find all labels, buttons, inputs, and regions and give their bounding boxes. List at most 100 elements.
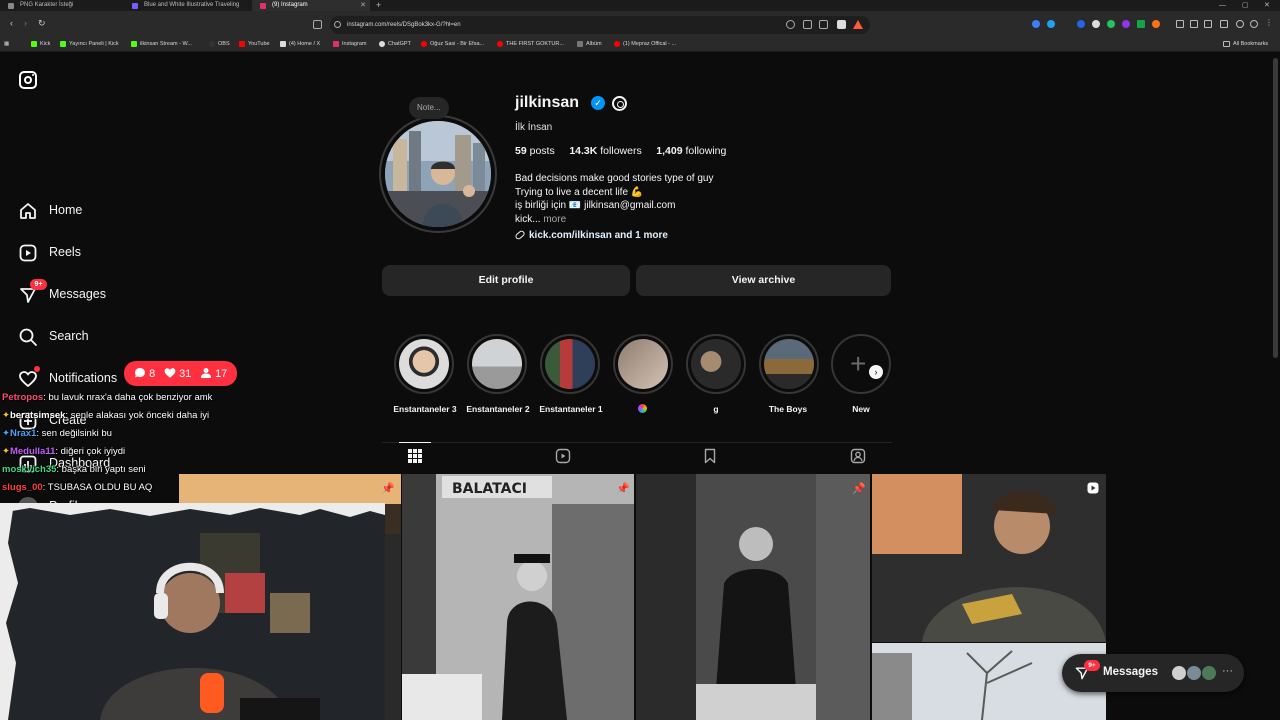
forward-icon[interactable]: › — [24, 18, 27, 28]
back-icon[interactable]: ‹ — [10, 18, 13, 28]
sidebar-item-messages[interactable]: 9+ Messages — [18, 279, 218, 309]
url-text[interactable]: instagram.com/reels/DSgBok3kx-G/?hl=en — [347, 19, 461, 31]
highlight-emoji[interactable] — [613, 334, 673, 394]
bookmark-youtube[interactable]: YouTube — [239, 39, 270, 49]
heart-icon — [19, 371, 37, 387]
comment-count-value: 8 — [149, 368, 156, 380]
view-archive-button[interactable]: View archive — [636, 265, 891, 296]
alert-icon[interactable] — [853, 20, 863, 29]
chat-message: ✦beratsimsek: senle alakası yok önceki d… — [2, 410, 209, 421]
followers-stat[interactable]: 14.3K followers — [569, 145, 641, 157]
reload-icon[interactable]: ↻ — [38, 18, 46, 28]
edit-profile-button[interactable]: Edit profile — [382, 265, 630, 296]
share-icon[interactable] — [819, 20, 828, 29]
bio-more-link[interactable]: more — [543, 214, 566, 225]
bookmark-label: (1) Mepraz Offical - ... — [623, 41, 677, 47]
extension-icon[interactable] — [1122, 20, 1130, 28]
bookmark-chatgpt[interactable]: ChatGPT — [379, 39, 411, 49]
highlight-the-boys[interactable] — [759, 334, 819, 394]
settings-gear-icon[interactable] — [612, 96, 627, 111]
instagram-icon — [333, 41, 339, 47]
bookmark-page-icon[interactable] — [313, 20, 322, 29]
posts-grid-tab-icon[interactable] — [407, 448, 423, 464]
extension-icon[interactable] — [1092, 20, 1100, 28]
kebab-menu-icon[interactable]: ⋮ — [1265, 19, 1273, 28]
highlight-enstantaneler-3[interactable] — [394, 334, 454, 394]
extension-icon[interactable] — [1107, 20, 1115, 28]
post-thumbnail[interactable] — [636, 474, 870, 720]
bookmark-label: Kick — [40, 41, 51, 47]
reels-tab-icon[interactable] — [555, 448, 571, 464]
sidebar-toggle-icon[interactable] — [1204, 20, 1212, 28]
music-icon[interactable] — [1190, 20, 1198, 28]
follow-count-value: 17 — [215, 368, 228, 380]
following-stat[interactable]: 1,409 following — [656, 145, 726, 157]
bookmark-mepraz[interactable]: (1) Mepraz Offical - ... — [614, 39, 676, 49]
zoom-icon[interactable] — [786, 20, 795, 29]
sidebar-item-search[interactable]: Search — [18, 321, 218, 351]
profile-link[interactable]: kick.com/ilkinsan and 1 more — [514, 229, 668, 241]
bookmark-oguz-sasi[interactable]: Oğuz Sasi - Bir Efsa... — [421, 39, 484, 49]
browser-tab[interactable]: Blue and White Illustrative Traveling — [124, 0, 252, 11]
bookmark-the-first-goktur[interactable]: THE FIRST GOKTUR... — [497, 39, 564, 49]
shield-icon[interactable] — [837, 20, 846, 29]
bookmark-instagram[interactable]: Instagram — [333, 39, 366, 49]
browser-tab-active[interactable]: (9) Instagram ✕ — [252, 0, 370, 11]
messages-floating-button[interactable]: 9+ Messages ··· — [1062, 654, 1244, 692]
post-image: BALATACI — [402, 474, 634, 720]
extension-icon[interactable] — [1137, 20, 1145, 28]
highlight-g[interactable] — [686, 334, 746, 394]
cast-icon[interactable] — [803, 20, 812, 29]
close-window-icon[interactable]: ✕ — [1264, 0, 1270, 11]
sidebar-item-reels[interactable]: Reels — [18, 237, 218, 267]
bookmark-kick[interactable]: Kick — [31, 39, 50, 49]
webcam-image — [0, 503, 385, 720]
new-tab-button[interactable]: + — [376, 0, 381, 11]
highlight-label: New — [852, 404, 870, 414]
profile-switch-icon[interactable] — [1220, 20, 1228, 28]
bookmark-label: YouTube — [248, 41, 270, 47]
bookmark-obs[interactable]: OBS — [209, 39, 230, 49]
profile-link-text: kick.com/ilkinsan and 1 more — [529, 230, 668, 241]
pinned-post-icon: 📌 — [381, 483, 395, 495]
messages-badge: 9+ — [30, 279, 47, 290]
apps-grid-icon[interactable]: ▦ — [4, 39, 9, 49]
post-thumbnail[interactable] — [872, 474, 1106, 642]
chat-username: Nrax1 — [9, 428, 37, 439]
browser-tab[interactable]: PNG Karakter İsteği — [0, 0, 124, 11]
sidebar-item-home[interactable]: Home — [18, 195, 218, 225]
bookmark-yayinci-paneli[interactable]: Yayıncı Paneli | Kick — [60, 39, 119, 49]
minimize-icon[interactable]: — — [1219, 0, 1226, 11]
highlight-enstantaneler-2[interactable] — [467, 334, 527, 394]
person-icon — [201, 368, 211, 378]
activity-notification-popup[interactable]: 8 31 17 — [124, 361, 237, 386]
close-tab-icon[interactable]: ✕ — [360, 0, 366, 11]
site-info-icon[interactable] — [334, 21, 341, 28]
bookmark-ilkinsan-stream[interactable]: ilkinsan Stream - W... — [131, 39, 192, 49]
youtube-icon — [497, 41, 503, 47]
highlights-next-arrow-icon[interactable]: › — [869, 365, 883, 379]
bookmark-x[interactable]: (4) Home / X — [280, 39, 320, 49]
highlight-label: Enstantaneler 1 — [539, 404, 603, 414]
extension-icon[interactable] — [1047, 20, 1055, 28]
account-icon[interactable] — [1250, 20, 1258, 28]
highlight-cover — [764, 339, 814, 389]
profile-avatar[interactable] — [385, 121, 491, 227]
maximize-icon[interactable]: ▢ — [1242, 0, 1249, 11]
bio-line: Bad decisions make good stories type of … — [515, 173, 714, 184]
instagram-logo-icon[interactable] — [19, 71, 37, 89]
all-bookmarks-button[interactable]: All Bookmarks — [1223, 39, 1268, 49]
download-icon[interactable] — [1176, 20, 1184, 28]
bookmark-album[interactable]: Albüm — [577, 39, 602, 49]
note-bubble[interactable]: Note... — [409, 97, 449, 119]
extension-icon[interactable] — [1152, 20, 1160, 28]
scrollbar-thumb[interactable] — [1273, 58, 1278, 358]
extensions-puzzle-icon[interactable] — [1236, 20, 1244, 28]
post-thumbnail[interactable]: BALATACI — [402, 474, 634, 720]
extension-icon[interactable] — [1032, 20, 1040, 28]
active-tab-indicator — [399, 442, 431, 443]
saved-tab-icon[interactable] — [702, 448, 718, 464]
extension-icon[interactable] — [1077, 20, 1085, 28]
highlight-enstantaneler-1[interactable] — [540, 334, 600, 394]
tagged-tab-icon[interactable] — [850, 448, 866, 464]
